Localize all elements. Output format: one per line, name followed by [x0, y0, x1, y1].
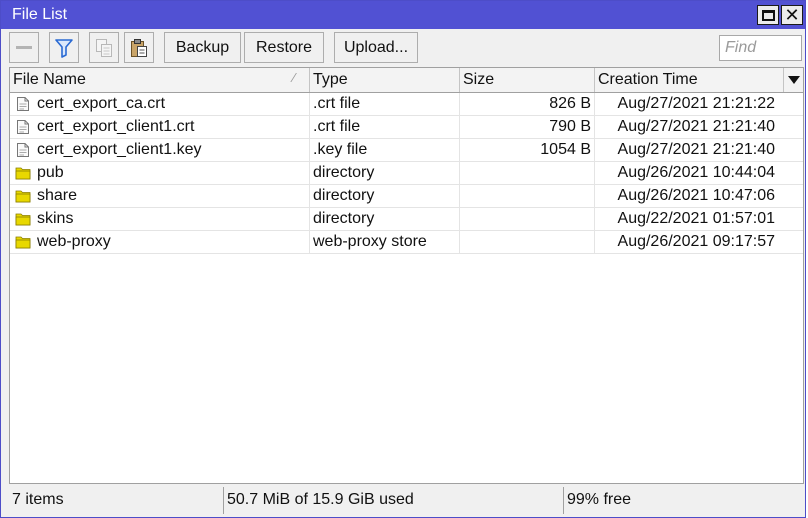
upload-button[interactable]: Upload... — [334, 32, 418, 63]
file-name-text: share — [37, 187, 78, 204]
cell-type: .crt file — [310, 116, 460, 138]
cell-creation-time: Aug/22/2021 01:57:01 — [617, 210, 775, 227]
table-header: File Name ∕ Type Size Creation Time — [10, 68, 803, 93]
file-name-text: web-proxy — [37, 233, 111, 250]
file-table: File Name ∕ Type Size Creation Time cert… — [9, 67, 804, 484]
cell-size: 1054 B — [460, 139, 595, 161]
cell-creation-time: Aug/26/2021 10:47:06 — [617, 187, 775, 204]
paste-icon — [131, 38, 147, 57]
cell-file-name: share — [10, 185, 310, 207]
file-name-text: skins — [37, 210, 74, 227]
chevron-down-icon — [787, 76, 800, 84]
title-bar[interactable]: File List ✕ — [1, 1, 805, 29]
cell-file-name: cert_export_client1.key — [10, 139, 310, 161]
cell-size — [460, 185, 595, 207]
cell-size — [460, 162, 595, 184]
file-name-text: pub — [37, 164, 64, 181]
file-name-text: cert_export_client1.crt — [37, 118, 195, 135]
folder-icon — [15, 211, 31, 227]
cell-file-name: skins — [10, 208, 310, 230]
table-row[interactable]: pub directory Aug/26/2021 10:44:04 — [10, 162, 803, 185]
column-header-type[interactable]: Type — [310, 68, 460, 92]
window-title: File List — [12, 6, 68, 23]
backup-button[interactable]: Backup — [164, 32, 241, 63]
cell-creation-time: Aug/27/2021 21:21:40 — [617, 118, 775, 135]
file-icon — [15, 119, 31, 135]
folder-icon — [15, 165, 31, 181]
cell-type: .crt file — [310, 93, 460, 115]
remove-button[interactable] — [9, 32, 39, 63]
status-disk-usage: 50.7 MiB of 15.9 GiB used — [224, 487, 564, 514]
paste-button[interactable] — [124, 32, 154, 63]
close-icon: ✕ — [784, 5, 800, 25]
cell-creation-time: Aug/27/2021 21:21:40 — [617, 141, 775, 158]
file-list-window: File List ✕ Backup Restore Upload... Fin… — [0, 0, 806, 518]
maximize-button[interactable] — [757, 5, 779, 25]
minus-icon — [16, 46, 32, 49]
cell-size — [460, 208, 595, 230]
cell-creation-time: Aug/26/2021 09:17:57 — [617, 233, 775, 250]
file-icon — [15, 96, 31, 112]
copy-icon — [96, 38, 112, 57]
column-header-creation-time[interactable]: Creation Time — [595, 68, 783, 92]
file-name-text: cert_export_ca.crt — [37, 95, 166, 112]
cell-file-name: web-proxy — [10, 231, 310, 253]
close-button[interactable]: ✕ — [781, 5, 803, 25]
table-row[interactable]: share directory Aug/26/2021 10:47:06 — [10, 185, 803, 208]
cell-type: directory — [310, 185, 460, 207]
file-name-text: cert_export_client1.key — [37, 141, 202, 158]
cell-type: web-proxy store — [310, 231, 460, 253]
cell-type: directory — [310, 208, 460, 230]
table-row[interactable]: cert_export_client1.key .key file 1054 B Au… — [10, 139, 803, 162]
filter-button[interactable] — [49, 32, 79, 63]
status-free-space: 99% free — [567, 491, 632, 508]
table-row[interactable]: web-proxy web-proxy store Aug/26/2021 09:1… — [10, 231, 803, 254]
cell-file-name: pub — [10, 162, 310, 184]
cell-creation-time: Aug/26/2021 10:44:04 — [617, 164, 775, 181]
toolbar: Backup Restore Upload... — [1, 29, 805, 67]
file-icon — [15, 142, 31, 158]
cell-size: 826 B — [460, 93, 595, 115]
cell-size: 790 B — [460, 116, 595, 138]
table-row[interactable]: cert_export_ca.crt .crt file 826 B Aug/27/2… — [10, 93, 803, 116]
column-menu-button[interactable] — [783, 68, 803, 92]
status-bar: 7 items 50.7 MiB of 15.9 GiB used 99% fr… — [1, 484, 805, 517]
table-body: cert_export_ca.crt .crt file 826 B Aug/27/2… — [10, 93, 803, 254]
column-header-file-name[interactable]: File Name — [10, 68, 310, 92]
find-input[interactable] — [719, 35, 802, 61]
cell-type: .key file — [310, 139, 460, 161]
copy-button[interactable] — [89, 32, 119, 63]
cell-file-name: cert_export_ca.crt — [10, 93, 310, 115]
table-row[interactable]: skins directory Aug/22/2021 01:57:01 — [10, 208, 803, 231]
cell-creation-time: Aug/27/2021 21:21:22 — [617, 95, 775, 112]
folder-icon — [15, 188, 31, 204]
table-row[interactable]: cert_export_client1.crt .crt file 790 B Aug… — [10, 116, 803, 139]
status-item-count: 7 items — [9, 487, 224, 514]
cell-type: directory — [310, 162, 460, 184]
maximize-icon — [761, 9, 775, 21]
folder-icon — [15, 234, 31, 250]
column-header-size[interactable]: Size — [460, 68, 595, 92]
cell-size — [460, 231, 595, 253]
filter-icon — [55, 38, 73, 58]
sort-icon: ∕ — [293, 70, 296, 85]
cell-file-name: cert_export_client1.crt — [10, 116, 310, 138]
restore-button[interactable]: Restore — [244, 32, 324, 63]
